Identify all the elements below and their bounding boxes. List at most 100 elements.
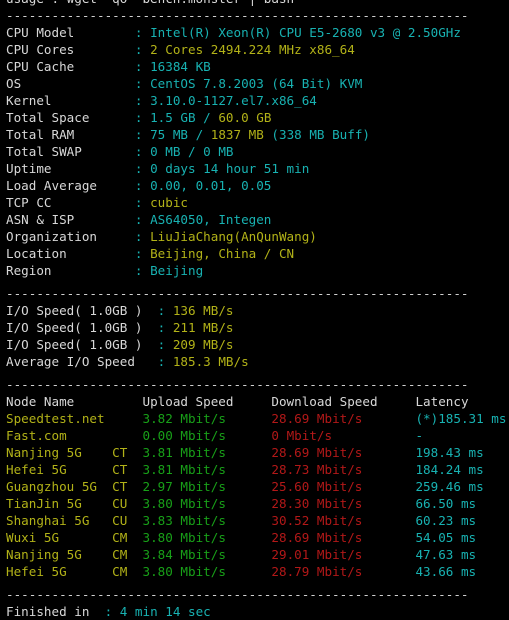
speedtest-latency: 43.66 ms <box>415 564 477 579</box>
sysinfo-label: ASN & ISP <box>6 212 135 227</box>
speedtest-carrier-tag: CT <box>112 445 143 460</box>
speedtest-download-speed: 28.69 Mbit/s <box>271 445 416 460</box>
speedtest-row: Hefei 5G CT 3.81 Mbit/s 28.73 Mbit/s 184… <box>0 461 509 478</box>
speedtest-node-name: TianJin 5G <box>6 496 113 511</box>
speedtest-latency: 60.23 ms <box>415 513 477 528</box>
speedtest-latency: 184.24 ms <box>415 462 484 477</box>
speedtest-upload-speed: 3.83 Mbit/s <box>142 513 272 528</box>
speedtest-upload-speed: 3.82 Mbit/s <box>142 411 272 426</box>
speedtest-header-latency: Latency <box>415 394 469 409</box>
speedtest-download-speed: 28.69 Mbit/s <box>271 530 416 545</box>
sysinfo-row: CPU Cores : 2 Cores 2494.224 MHz x86_64 <box>0 41 509 58</box>
io-speed-row: I/O Speed( 1.0GB ) : 211 MB/s <box>0 319 509 336</box>
io-speed-label: I/O Speed( 1.0GB ) <box>6 337 158 352</box>
sysinfo-label: CPU Cache <box>6 59 135 74</box>
sysinfo-colon: : <box>134 42 151 57</box>
sysinfo-row: Kernel : 3.10.0-1127.el7.x86_64 <box>0 92 509 109</box>
sysinfo-row: Region : Beijing <box>0 262 509 279</box>
io-speed-colon: : <box>157 320 173 335</box>
sysinfo-colon: : <box>134 76 151 91</box>
speedtest-node-name: Shanghai 5G <box>6 513 113 528</box>
speedtest-download-speed: 28.30 Mbit/s <box>271 496 416 511</box>
speedtest-row: Shanghai 5G CU 3.83 Mbit/s 30.52 Mbit/s … <box>0 512 509 529</box>
sysinfo-label: Total Space <box>6 110 135 125</box>
speedtest-carrier-tag: CM <box>112 547 143 562</box>
terminal-window[interactable]: usage : wget -qO- bench.monster | bash -… <box>0 0 509 619</box>
separator-speedtest: ----------------------------------------… <box>6 377 469 392</box>
sysinfo-row: ASN & ISP : AS64050, Integen <box>0 211 509 228</box>
finished-gap <box>112 604 120 619</box>
sysinfo-row: Location : Beijing, China / CN <box>0 245 509 262</box>
sysinfo-label: Load Average <box>6 178 135 193</box>
sysinfo-label: TCP CC <box>6 195 135 210</box>
io-speed-row: Average I/O Speed : 185.3 MB/s <box>0 353 509 370</box>
separator-io: ----------------------------------------… <box>6 286 469 301</box>
io-speed-row: I/O Speed( 1.0GB ) : 136 MB/s <box>0 302 509 319</box>
sysinfo-colon: : <box>134 110 151 125</box>
speedtest-node-name: Hefei 5G <box>6 564 113 579</box>
finished-label: Finished in <box>6 604 105 619</box>
sysinfo-colon: : <box>134 25 151 40</box>
io-speed-colon: : <box>157 337 173 352</box>
sysinfo-label: Location <box>6 246 135 261</box>
sysinfo-colon: : <box>134 178 151 193</box>
sysinfo-row: Total Space : 1.5 GB / 60.0 GB <box>0 109 509 126</box>
finished-colon: : <box>104 604 113 619</box>
sysinfo-colon: : <box>134 229 151 244</box>
speedtest-latency: 66.50 ms <box>415 496 477 511</box>
speedtest-carrier-tag: CU <box>112 513 143 528</box>
sysinfo-row: CPU Cache : 16384 KB <box>0 58 509 75</box>
speedtest-upload-speed: 2.97 Mbit/s <box>142 479 272 494</box>
sysinfo-value-total: 1837 MB <box>210 127 272 142</box>
speedtest-upload-speed: 3.81 Mbit/s <box>142 462 272 477</box>
speedtest-latency: (*)185.31 ms <box>415 411 507 426</box>
sysinfo-label: Total SWAP <box>6 144 135 159</box>
speedtest-header-row: Node Name Upload Speed Download Speed La… <box>0 393 509 410</box>
sysinfo-colon: : <box>134 212 151 227</box>
sysinfo-value-total: 60.0 GB <box>218 110 272 125</box>
sysinfo-value-used: 1.5 GB / <box>150 110 219 125</box>
sysinfo-label: CPU Model <box>6 25 135 40</box>
sysinfo-label: Organization <box>6 229 135 244</box>
sysinfo-value: 2 Cores 2494.224 MHz x86_64 <box>150 42 355 57</box>
speedtest-row: Nanjing 5G CM 3.84 Mbit/s 29.01 Mbit/s 4… <box>0 546 509 563</box>
sysinfo-colon: : <box>134 161 151 176</box>
io-speed-label: I/O Speed( 1.0GB ) <box>6 303 158 318</box>
speedtest-latency: - <box>415 428 424 443</box>
speedtest-carrier-tag <box>112 428 142 443</box>
speedtest-header-node: Node Name <box>6 394 143 409</box>
sysinfo-colon: : <box>134 93 151 108</box>
sysinfo-value: AS64050, Integen <box>150 212 272 227</box>
speedtest-carrier-tag: CM <box>112 564 143 579</box>
speedtest-header-upload: Upload Speed <box>142 394 272 409</box>
speedtest-node-name: Hefei 5G <box>6 462 113 477</box>
speedtest-node-name: Guangzhou 5G <box>6 479 113 494</box>
sysinfo-label: CPU Cores <box>6 42 135 57</box>
speedtest-row: Fast.com 0.00 Mbit/s 0 Mbit/s - <box>0 427 509 444</box>
sysinfo-colon: : <box>134 246 151 261</box>
sysinfo-colon: : <box>134 263 151 278</box>
speedtest-download-speed: 25.60 Mbit/s <box>271 479 416 494</box>
sysinfo-value: 0 MB / 0 MB <box>150 144 234 159</box>
sysinfo-row: CPU Model : Intel(R) Xeon(R) CPU E5-2680… <box>0 24 509 41</box>
sysinfo-value: Intel(R) Xeon(R) CPU E5-2680 v3 @ 2.50GH… <box>150 25 461 40</box>
speedtest-upload-speed: 0.00 Mbit/s <box>142 428 272 443</box>
sysinfo-label: Region <box>6 263 135 278</box>
sysinfo-value-buffer: (338 MB Buff) <box>271 127 370 142</box>
sysinfo-label: OS <box>6 76 135 91</box>
io-speed-value: 185.3 MB/s <box>172 354 249 369</box>
sysinfo-colon: : <box>134 195 151 210</box>
speedtest-upload-speed: 3.80 Mbit/s <box>142 564 272 579</box>
shell-command-line: usage : wget -qO- bench.monster | bash <box>0 0 509 7</box>
sysinfo-value: Beijing <box>150 263 204 278</box>
sysinfo-value: 3.10.0-1127.el7.x86_64 <box>150 93 317 108</box>
separator-top: ----------------------------------------… <box>6 8 469 23</box>
sysinfo-colon: : <box>134 144 151 159</box>
speedtest-carrier-tag: CT <box>112 479 143 494</box>
io-speed-colon: : <box>157 303 173 318</box>
io-speed-value: 211 MB/s <box>172 320 234 335</box>
sysinfo-value: Beijing, China / CN <box>150 246 295 261</box>
io-speed-row: I/O Speed( 1.0GB ) : 209 MB/s <box>0 336 509 353</box>
speedtest-header-download: Download Speed <box>271 394 416 409</box>
io-speed-label: Average I/O Speed <box>6 354 158 369</box>
